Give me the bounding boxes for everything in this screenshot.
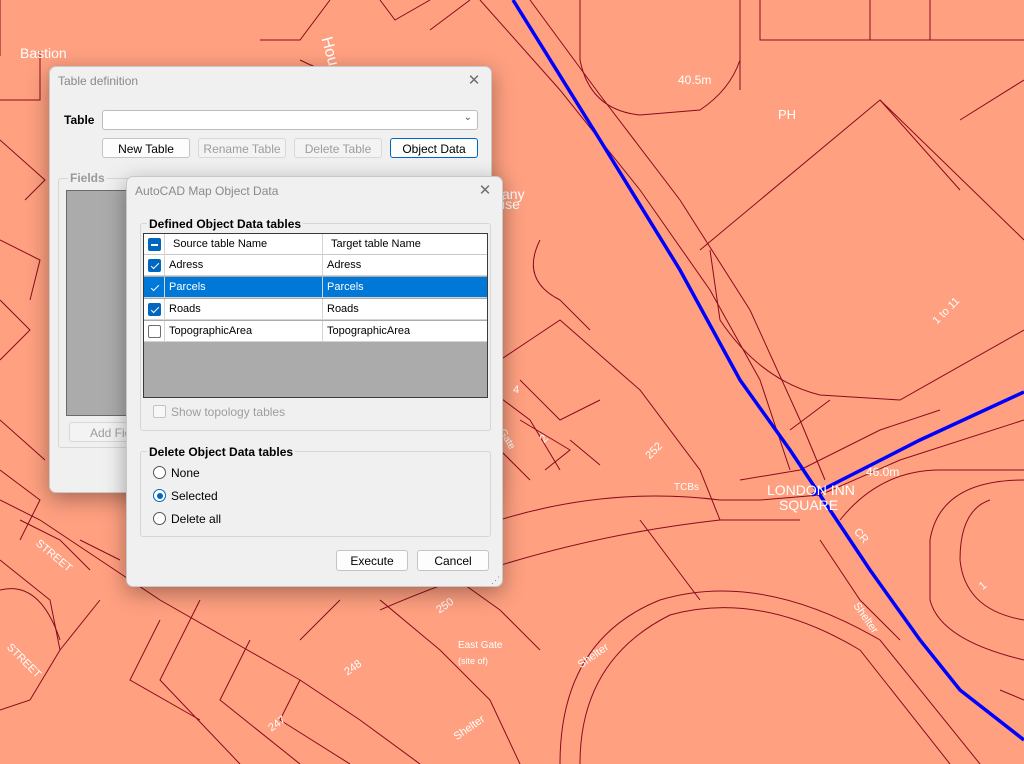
map-label-site-of: (site of)	[458, 656, 489, 666]
target-cell[interactable]: Roads	[323, 299, 483, 320]
execute-button[interactable]: Execute	[336, 550, 408, 571]
object-data-dialog: AutoCAD Map Object Data ✕ Defined Object…	[126, 176, 503, 587]
defined-tables-label: Defined Object Data tables	[147, 217, 304, 231]
table-header-row: Source table Name Target table Name	[144, 234, 487, 255]
source-cell[interactable]: Parcels	[165, 277, 323, 298]
table-row[interactable]: Roads Roads	[144, 299, 487, 320]
show-topology-checkbox[interactable]	[153, 405, 166, 418]
table-definition-title: Table definition	[58, 74, 139, 88]
row-checkbox[interactable]	[148, 303, 161, 316]
map-label-london-inn: LONDON INN	[767, 482, 855, 498]
map-label-distance-top: 40.5m	[678, 73, 712, 87]
cancel-button[interactable]: Cancel	[417, 550, 489, 571]
target-column-header[interactable]: Target table Name	[323, 234, 483, 255]
rename-table-button[interactable]: Rename Table	[198, 138, 286, 158]
source-column-header[interactable]: Source table Name	[165, 234, 323, 255]
delete-all-radio-label[interactable]: Delete all	[171, 512, 221, 526]
source-cell[interactable]: Adress	[165, 255, 323, 276]
chevron-down-icon[interactable]: ⌄	[464, 112, 472, 123]
none-radio-label[interactable]: None	[171, 466, 200, 480]
delete-all-radio[interactable]	[153, 512, 166, 525]
target-cell[interactable]: Parcels	[323, 277, 483, 298]
object-data-table[interactable]: Source table Name Target table Name Adre…	[143, 233, 488, 398]
row-checkbox[interactable]	[148, 259, 161, 272]
map-label-bastion: Bastion	[20, 45, 67, 61]
map-label-ise: ise	[502, 196, 520, 212]
table-row[interactable]: TopographicArea TopographicArea	[144, 321, 487, 342]
close-icon[interactable]: ✕	[463, 70, 485, 92]
table-select[interactable]: ⌄	[102, 110, 478, 130]
map-label-tcbs: TCBs	[674, 482, 699, 493]
source-cell[interactable]: Roads	[165, 299, 323, 320]
row-checkbox[interactable]	[148, 325, 161, 338]
selected-radio[interactable]	[153, 489, 166, 502]
map-label-east-gate: East Gate	[458, 640, 503, 651]
show-topology-label: Show topology tables	[171, 405, 286, 419]
map-label-ph: PH	[778, 107, 797, 122]
map-label-square: SQUARE	[779, 497, 839, 513]
fields-label: Fields	[68, 171, 107, 185]
object-data-button[interactable]: Object Data	[390, 138, 478, 158]
selected-radio-label[interactable]: Selected	[171, 489, 218, 503]
select-all-checkbox[interactable]	[148, 238, 161, 251]
resize-grip-icon[interactable]: ⋰	[491, 575, 500, 586]
object-data-title: AutoCAD Map Object Data	[135, 184, 279, 198]
delete-table-button[interactable]: Delete Table	[294, 138, 382, 158]
table-row[interactable]: Parcels Parcels	[144, 277, 487, 298]
close-icon[interactable]: ✕	[474, 180, 496, 202]
select-all-cell[interactable]	[144, 234, 165, 255]
none-radio[interactable]	[153, 466, 166, 479]
object-data-titlebar[interactable]: AutoCAD Map Object Data ✕	[127, 177, 502, 205]
new-table-button[interactable]: New Table	[102, 138, 190, 158]
source-cell[interactable]: TopographicArea	[165, 321, 323, 342]
map-label-distance-right: 46.0m	[866, 465, 900, 479]
table-label: Table	[64, 113, 95, 127]
target-cell[interactable]: Adress	[323, 255, 483, 276]
target-cell[interactable]: TopographicArea	[323, 321, 483, 342]
table-definition-titlebar[interactable]: Table definition ✕	[50, 67, 491, 95]
table-row[interactable]: Adress Adress	[144, 255, 487, 276]
map-label-4: 4	[513, 384, 520, 396]
delete-tables-label: Delete Object Data tables	[147, 445, 296, 459]
row-checkbox[interactable]	[148, 281, 161, 294]
